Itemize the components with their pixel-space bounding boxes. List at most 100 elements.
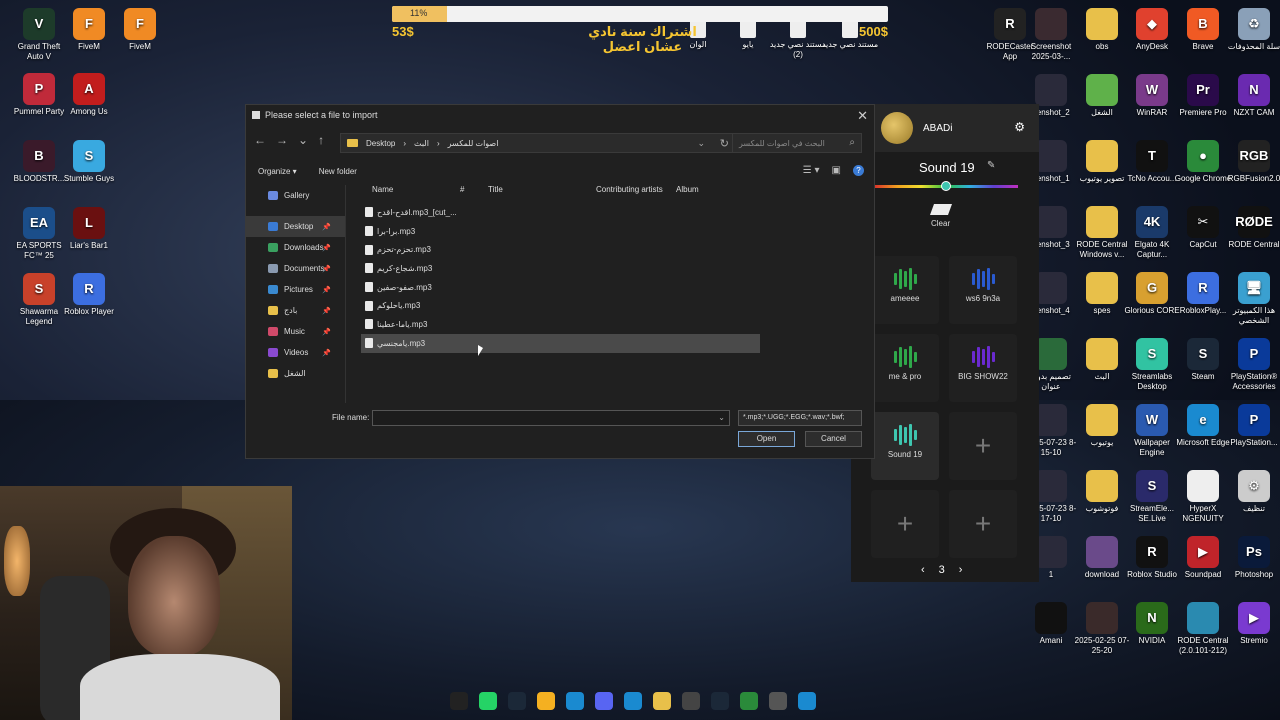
app-icon[interactable] bbox=[450, 692, 468, 710]
sidebar-item[interactable]: Downloads 📌 bbox=[246, 237, 345, 258]
webcam-lamp bbox=[4, 526, 30, 596]
gear-icon[interactable]: ⚙ bbox=[1014, 120, 1025, 134]
steam-icon[interactable] bbox=[711, 692, 729, 710]
desktop-shortcut[interactable]: Ps Photoshop bbox=[1224, 536, 1280, 580]
add-sound-button[interactable]: + bbox=[949, 490, 1017, 558]
up-arrow-icon[interactable]: ↑ bbox=[318, 133, 324, 147]
desktop-shortcut[interactable]: L Liar's Bar1 bbox=[59, 207, 119, 251]
open-button[interactable]: Open bbox=[738, 431, 795, 447]
desktop-shortcut[interactable]: ♻ سلة المحذوفات bbox=[1224, 8, 1280, 52]
settings-wheel-icon[interactable] bbox=[682, 692, 700, 710]
breadcrumb-desktop[interactable]: Desktop bbox=[366, 139, 395, 148]
organize-button[interactable]: Organize ▾ bbox=[258, 167, 297, 176]
sound-pad[interactable]: ameeee bbox=[871, 256, 939, 324]
column-name[interactable]: Name bbox=[372, 185, 393, 194]
page-number: 3 bbox=[938, 564, 945, 576]
desktop-shortcut[interactable]: P PlayStation... bbox=[1224, 404, 1280, 448]
whatsapp-icon[interactable] bbox=[479, 692, 497, 710]
sound-pad[interactable]: Sound 19 bbox=[871, 412, 939, 480]
column-title[interactable]: Title bbox=[488, 185, 503, 194]
sidebar-item[interactable]: Music 📌 bbox=[246, 321, 345, 342]
steam-icon[interactable] bbox=[508, 692, 526, 710]
desktop-shortcut[interactable]: A Among Us bbox=[59, 73, 119, 117]
navigation-pane: Gallery Desktop 📌 Downloads 📌 Documents 📌 Pictu… bbox=[246, 185, 346, 403]
chrome-icon[interactable] bbox=[740, 692, 758, 710]
sidebar-item[interactable]: الشغل bbox=[246, 363, 345, 384]
column-number[interactable]: # bbox=[460, 185, 464, 194]
edge-icon[interactable] bbox=[624, 692, 642, 710]
desktop-file-label: مستند نصي جديد (2) bbox=[769, 40, 827, 59]
file-explorer-icon[interactable] bbox=[653, 692, 671, 710]
desktop-shortcut[interactable]: RGB RGBFusion2.0 bbox=[1224, 140, 1280, 184]
preview-pane-icon[interactable]: ▣ bbox=[832, 165, 841, 176]
file-row[interactable]: ياحلوكم.mp3 bbox=[361, 296, 761, 315]
file-type-select[interactable]: *.mp3;*.UGG;*.EGG;*.wav;*.bwf; bbox=[738, 410, 862, 426]
audio-file-icon bbox=[365, 226, 373, 237]
desktop-shortcut[interactable]: ▶ Stremio bbox=[1224, 602, 1280, 646]
chevron-left-icon[interactable]: ‹ bbox=[921, 564, 925, 576]
back-arrow-icon[interactable]: ← bbox=[254, 133, 266, 147]
chevron-down-icon[interactable]: ⌄ bbox=[697, 138, 705, 149]
column-album[interactable]: Album bbox=[676, 185, 699, 194]
desktop-shortcut[interactable]: RØDE RODE Central bbox=[1224, 206, 1280, 250]
sidebar-item[interactable]: بادج 📌 bbox=[246, 300, 345, 321]
add-sound-button[interactable]: + bbox=[871, 490, 939, 558]
chevron-down-icon[interactable]: ⌄ bbox=[298, 133, 308, 147]
dialog-title: Please select a file to import bbox=[265, 110, 378, 120]
desktop-shortcut[interactable]: P PlayStation® Accessories bbox=[1224, 338, 1280, 392]
breadcrumb-stream[interactable]: البث bbox=[414, 139, 429, 148]
desktop-shortcut[interactable]: ⚙ تنظيف bbox=[1224, 470, 1280, 514]
address-bar[interactable]: Desktop › البث › اصوات للمكسر ⌄ ↻ bbox=[340, 133, 736, 153]
view-options-icon[interactable]: ☰ ▾ bbox=[803, 165, 820, 176]
dialog-titlebar[interactable]: Please select a file to import bbox=[246, 105, 874, 125]
add-sound-button[interactable]: + bbox=[949, 412, 1017, 480]
desktop-shortcut[interactable]: R Roblox Player bbox=[59, 273, 119, 317]
windows-start-icon[interactable] bbox=[798, 692, 816, 710]
refresh-icon[interactable]: ↻ bbox=[720, 137, 729, 150]
pictures-icon bbox=[268, 285, 278, 294]
forward-arrow-icon[interactable]: → bbox=[276, 133, 288, 147]
color-slider-knob[interactable] bbox=[940, 181, 951, 191]
sidebar-item[interactable]: Pictures 📌 bbox=[246, 279, 345, 300]
search-input[interactable]: البحث في اصوات للمكسر ⌕ bbox=[732, 133, 862, 153]
file-row[interactable]: تحزم-تحزم.mp3 bbox=[361, 240, 761, 259]
battlenet-icon[interactable] bbox=[566, 692, 584, 710]
rockstar-icon[interactable] bbox=[537, 692, 555, 710]
settings-icon[interactable] bbox=[769, 692, 787, 710]
breadcrumb-current[interactable]: اصوات للمكسر bbox=[448, 139, 499, 148]
file-name-input[interactable]: ⌄ bbox=[372, 410, 730, 426]
shawarma-icon: S bbox=[23, 273, 55, 305]
desktop-shortcut[interactable]: S Stumble Guys bbox=[59, 140, 119, 184]
desktop-shortcut[interactable]: 🖥 هذا الكمبيوتر الشخصي bbox=[1224, 272, 1280, 326]
edit-icon[interactable]: ✎ bbox=[987, 160, 995, 171]
cancel-button[interactable]: Cancel bbox=[805, 431, 862, 447]
file-row[interactable]: شجاع-كريم.mp3 bbox=[361, 259, 761, 278]
file-row[interactable]: ياما-عطينا.mp3 bbox=[361, 315, 761, 334]
column-artists[interactable]: Contributing artists bbox=[596, 185, 663, 194]
sound-pad[interactable]: BIG SHOW22 bbox=[949, 334, 1017, 402]
discord-icon[interactable] bbox=[595, 692, 613, 710]
sidebar-item[interactable]: Gallery bbox=[246, 185, 345, 206]
recycle-bin-icon: ♻ bbox=[1238, 8, 1270, 40]
file-row[interactable]: برا-برا.mp3 bbox=[361, 222, 761, 241]
file-row[interactable]: اقدح-اقدح.mp3_[cut_... bbox=[361, 203, 761, 222]
new-folder-button[interactable]: New folder bbox=[319, 167, 357, 176]
file-row[interactable]: صفو-صفين.mp3 bbox=[361, 278, 761, 297]
sound-pad[interactable]: ws6 9n3a bbox=[949, 256, 1017, 324]
desktop-shortcut[interactable]: F FiveM bbox=[110, 8, 170, 52]
sidebar-item[interactable]: Videos 📌 bbox=[246, 342, 345, 363]
clear-button[interactable]: Clear bbox=[929, 204, 952, 228]
avatar[interactable] bbox=[881, 112, 913, 144]
help-icon[interactable]: ? bbox=[853, 165, 864, 176]
sidebar-item[interactable]: Desktop 📌 bbox=[246, 216, 345, 237]
file-row[interactable]: يامجنسي.mp3 bbox=[361, 333, 760, 353]
color-slider[interactable] bbox=[873, 181, 1018, 191]
desktop-file[interactable]: مستند نصي جديد (2) bbox=[768, 20, 828, 60]
sound-pad[interactable]: me & pro bbox=[871, 334, 939, 402]
waveform-icon bbox=[949, 268, 1017, 290]
chevron-down-icon[interactable]: ⌄ bbox=[718, 413, 725, 422]
sidebar-item[interactable]: Documents 📌 bbox=[246, 258, 345, 279]
chevron-right-icon[interactable]: › bbox=[959, 564, 963, 576]
close-icon[interactable]: ✕ bbox=[857, 108, 868, 124]
desktop-shortcut[interactable]: N NZXT CAM bbox=[1224, 74, 1280, 118]
